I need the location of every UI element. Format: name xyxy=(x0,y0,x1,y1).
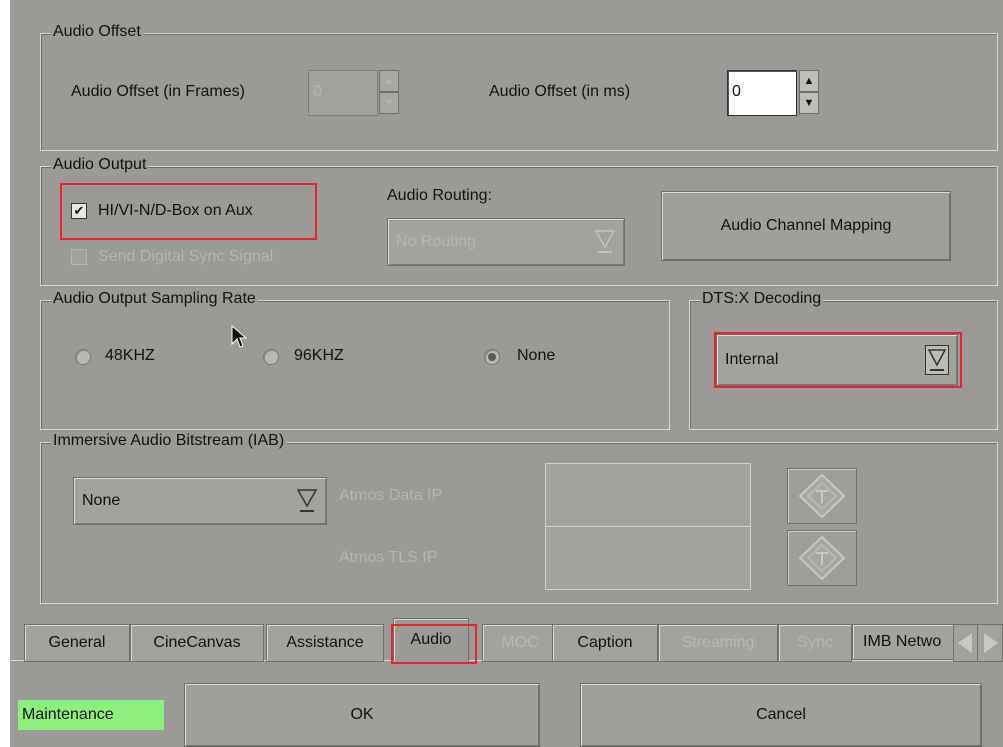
sampling-rate-group: Audio Output Sampling Rate 48KHZ 96KHZ N… xyxy=(40,290,670,430)
tab-cinecanvas[interactable]: CineCanvas xyxy=(130,624,264,662)
spin-up-icon[interactable]: ▲ xyxy=(799,70,819,92)
iab-dropdown[interactable]: None xyxy=(73,477,327,525)
radio-96khz[interactable] xyxy=(263,349,279,365)
atmos-data-ip-edit-button[interactable] xyxy=(787,468,857,524)
tab-sync[interactable]: Sync xyxy=(778,624,852,662)
audio-offset-frames-spinner[interactable]: ▲ ▼ xyxy=(379,70,399,114)
spin-down-icon[interactable]: ▼ xyxy=(799,92,819,114)
audio-offset-group: Audio Offset Audio Offset (in Frames) 0 … xyxy=(40,23,998,151)
mouse-cursor-icon xyxy=(231,325,247,348)
radio-none-label[interactable]: None xyxy=(517,347,555,365)
tab-assistance[interactable]: Assistance xyxy=(266,624,384,662)
iab-title: Immersive Audio Bitstream (IAB) xyxy=(51,432,287,450)
radio-96khz-label[interactable]: 96KHZ xyxy=(294,347,344,365)
sampling-rate-title: Audio Output Sampling Rate xyxy=(51,290,258,308)
digital-sync-label[interactable]: Send Digital Sync Signal xyxy=(98,248,273,266)
atmos-data-ip-label: Atmos Data IP xyxy=(339,487,443,504)
tab-scroll-left-icon[interactable] xyxy=(953,624,979,662)
audio-channel-mapping-button[interactable]: Audio Channel Mapping xyxy=(661,191,951,261)
maintenance-badge: Maintenance xyxy=(18,700,164,730)
tab-streaming[interactable]: Streaming xyxy=(658,624,778,662)
tab-caption[interactable]: Caption xyxy=(552,624,658,662)
audio-routing-label: Audio Routing: xyxy=(387,187,492,204)
atmos-data-ip-field[interactable] xyxy=(545,463,751,527)
audio-offset-ms-spinner[interactable]: ▲ ▼ xyxy=(799,70,819,114)
atmos-tls-ip-label: Atmos TLS IP xyxy=(339,549,438,566)
audio-routing-dropdown[interactable]: No Routing xyxy=(387,218,625,266)
settings-dialog: Audio Offset Audio Offset (in Frames) 0 … xyxy=(10,0,1003,747)
highlight-audio-tab xyxy=(391,624,477,664)
spin-down-icon[interactable]: ▼ xyxy=(379,92,399,114)
tab-general[interactable]: General xyxy=(24,624,130,662)
audio-offset-ms-label: Audio Offset (in ms) xyxy=(489,83,631,100)
audio-offset-ms-field[interactable]: 0 xyxy=(727,70,797,116)
audio-output-title: Audio Output xyxy=(51,156,149,174)
cancel-button[interactable]: Cancel xyxy=(580,683,982,747)
atmos-tls-ip-edit-button[interactable] xyxy=(787,530,857,586)
digital-sync-checkbox[interactable] xyxy=(71,249,87,265)
ok-button[interactable]: OK xyxy=(184,683,540,747)
spin-up-icon[interactable]: ▲ xyxy=(379,70,399,92)
atmos-tls-ip-field[interactable] xyxy=(545,526,751,590)
radio-48khz-label[interactable]: 48KHZ xyxy=(105,347,155,365)
audio-offset-frames-label: Audio Offset (in Frames) xyxy=(71,83,245,100)
triangle-down-icon xyxy=(594,230,616,253)
tab-moc[interactable]: MOC xyxy=(482,624,558,662)
diamond-arrow-icon xyxy=(798,473,846,519)
audio-offset-frames-field[interactable]: 0 xyxy=(308,70,378,116)
highlight-hi-vi xyxy=(60,183,317,240)
audio-offset-title: Audio Offset xyxy=(51,23,143,41)
radio-none[interactable] xyxy=(484,349,500,365)
diamond-arrow-icon xyxy=(798,535,846,581)
radio-48khz[interactable] xyxy=(75,349,91,365)
iab-group: Immersive Audio Bitstream (IAB) None Atm… xyxy=(40,432,998,604)
tab-imb-network[interactable]: IMB Netwo xyxy=(852,624,956,660)
tab-scroll-right-icon[interactable] xyxy=(977,624,1003,662)
dtsx-title: DTS:X Decoding xyxy=(700,290,824,308)
triangle-down-icon xyxy=(296,489,318,512)
highlight-dtsx xyxy=(714,332,962,388)
